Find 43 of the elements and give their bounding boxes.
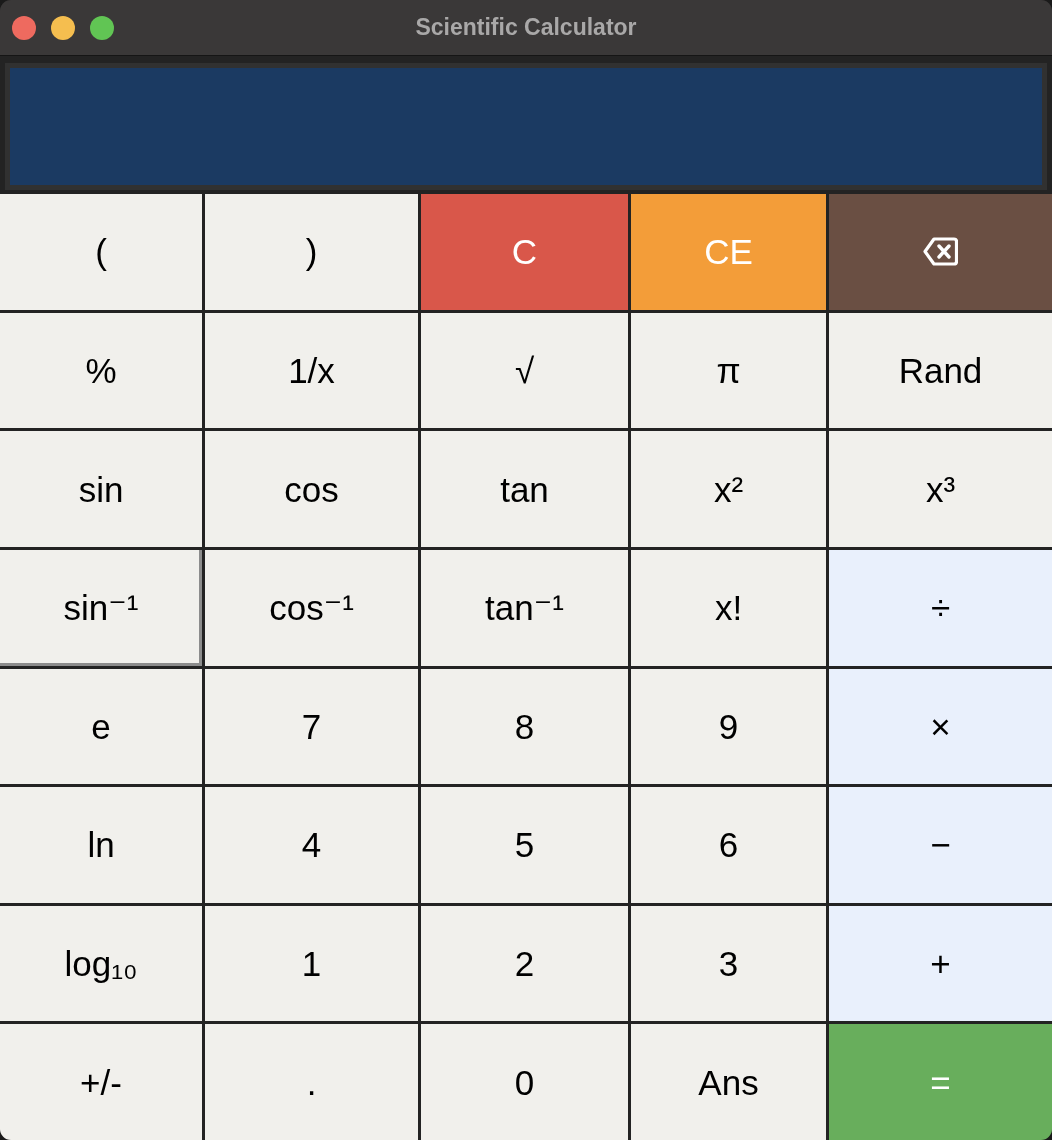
calculator-key[interactable]: ln — [0, 787, 202, 903]
operator-key[interactable]: × — [829, 668, 1052, 785]
calculator-key[interactable]: sin — [0, 431, 202, 547]
calculator-key[interactable]: tan — [421, 431, 628, 547]
calculator-key[interactable]: % — [0, 312, 202, 429]
calculator-key[interactable]: +/- — [0, 1024, 202, 1140]
calculator-key[interactable]: ( — [0, 194, 202, 310]
calculator-key[interactable]: π — [631, 312, 826, 429]
zoom-button[interactable] — [90, 16, 114, 40]
calculator-key[interactable]: tan⁻¹ — [421, 549, 628, 666]
display-field[interactable] — [5, 63, 1047, 190]
calculator-key[interactable]: 5 — [421, 787, 628, 903]
calculator-key[interactable]: x² — [631, 431, 826, 547]
backspace-icon — [923, 237, 958, 267]
calculator-key[interactable]: 2 — [421, 905, 628, 1022]
calculator-key[interactable]: 7 — [205, 668, 418, 785]
operator-key[interactable]: − — [829, 787, 1052, 903]
calculator-key[interactable]: cos — [205, 431, 418, 547]
minimize-button[interactable] — [51, 16, 75, 40]
calculator-key[interactable]: Rand — [829, 312, 1052, 429]
operator-key[interactable]: ÷ — [829, 549, 1052, 666]
calculator-key[interactable]: e — [0, 668, 202, 785]
calculator-key[interactable]: log₁₀ — [0, 905, 202, 1022]
operator-key[interactable]: + — [829, 905, 1052, 1022]
calculator-key[interactable]: 0 — [421, 1024, 628, 1140]
calculator-key[interactable]: x³ — [829, 431, 1052, 547]
calculator-key[interactable]: . — [205, 1024, 418, 1140]
close-button[interactable] — [12, 16, 36, 40]
calculator-key[interactable]: cos⁻¹ — [205, 549, 418, 666]
calculator-key[interactable]: 4 — [205, 787, 418, 903]
calculator-key[interactable]: ) — [205, 194, 418, 310]
calculator-key[interactable]: 8 — [421, 668, 628, 785]
calculator-key[interactable]: sin⁻¹ — [0, 549, 202, 666]
calculator-key[interactable]: Ans — [631, 1024, 826, 1140]
calculator-key[interactable]: 3 — [631, 905, 826, 1022]
calculator-key[interactable]: x! — [631, 549, 826, 666]
calculator-key[interactable]: 1 — [205, 905, 418, 1022]
window-title: Scientific Calculator — [415, 13, 637, 43]
clear-button[interactable]: C — [421, 194, 628, 310]
calculator-key[interactable]: 9 — [631, 668, 826, 785]
calculator-key[interactable]: √ — [421, 312, 628, 429]
calculator-key[interactable]: 6 — [631, 787, 826, 903]
calculator-key[interactable]: 1/x — [205, 312, 418, 429]
